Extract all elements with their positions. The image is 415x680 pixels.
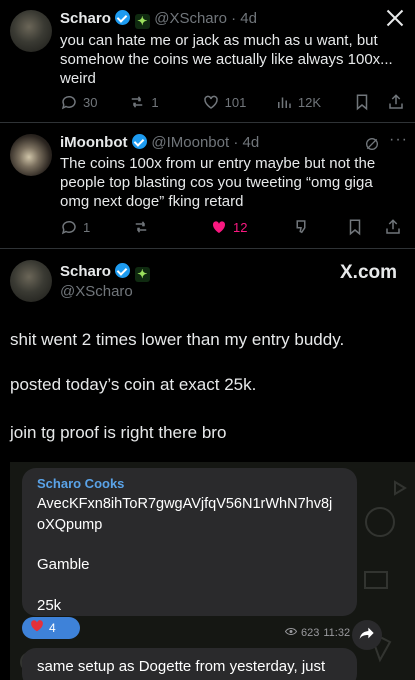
author-name[interactable]: Scharo [60,10,111,27]
share-icon[interactable] [387,93,405,111]
tweet1-text: you can hate me or jack as much as u wan… [60,32,393,87]
eye-icon [284,627,298,639]
share-icon[interactable] [384,218,402,236]
like-button[interactable]: 12 [210,218,292,236]
retweet-count: 1 [151,94,159,110]
next-message-text: same setup as Dogette from yesterday, ju… [37,658,326,675]
verified-icon [115,263,131,278]
author-name[interactable]: iMoonbot [60,134,127,151]
view-count: 623 [301,627,320,639]
author-name[interactable]: Scharo [60,263,111,280]
tweet3-line-1: shit went 2 times lower than my entry bu… [10,330,345,349]
more-options-icon[interactable]: ··· [389,131,408,149]
retweet-button[interactable]: 1 [128,93,201,111]
tweet3-line-2: posted today’s coin at exact 25k. [10,375,257,394]
like-button[interactable]: 101 [202,93,275,111]
view-count: 12K [297,94,321,110]
author-handle[interactable]: @XScharo · 4d [154,10,257,27]
message-bubble[interactable]: Scharo Cooks AvecKFxn8ihToR7gwgAVjfqV56N… [22,468,357,616]
reply-count: 1 [83,219,91,235]
tweet1-header: Scharo ✦ @XScharo · 4d [60,10,257,29]
divider [0,122,415,123]
contract-address-line-1[interactable]: AvecKFxn8ihToR7gwgAVjfqV56N1rWhN7hv8j [37,494,332,514]
frog-badge-icon: ✦ [134,14,150,29]
divider [0,248,415,249]
avatar-imoonbot[interactable] [10,134,52,176]
tweet2-header: iMoonbot @IMoonbot · 4d [60,134,259,152]
reply-button[interactable]: 1 [60,218,132,236]
reply-button[interactable]: 30 [60,93,128,111]
retweet-icon [128,93,146,111]
verified-icon [131,134,147,149]
verified-icon [115,10,131,25]
forward-button[interactable] [352,620,382,650]
reply-count: 30 [83,94,98,110]
message-mcap: 25k [37,597,62,614]
reaction-count: 4 [49,621,56,635]
heart-filled-icon [210,218,228,236]
message-meta: 623 11:32 [284,627,351,639]
like-count: 101 [224,94,247,110]
like-count: 12 [233,219,248,235]
sender-name[interactable]: Scharo Cooks [37,476,124,491]
reply-icon [60,93,78,111]
tweet1-actions: 30 1 101 12K [60,93,405,111]
reply-icon [60,218,78,236]
author-handle[interactable]: @IMoonbot · 4d [151,134,259,151]
frog-badge-icon: ✦ [134,267,150,282]
telegram-screenshot[interactable]: Scharo Cooks AvecKFxn8ihToR7gwgAVjfqV56N… [10,462,415,680]
red-heart-icon [30,619,44,637]
avatar-scharo[interactable] [10,10,52,52]
message-time: 11:32 [323,627,351,639]
reaction-heart-button[interactable]: 4 [22,617,80,639]
avatar-scharo[interactable] [10,260,52,302]
grok-icon[interactable] [364,136,380,152]
message-word: Gamble [37,556,90,573]
source-label: X.com [340,262,398,283]
bookmark-icon[interactable] [346,218,364,236]
tweet2-text: The coins 100x from ur entry maybe but n… [60,155,376,210]
author-handle[interactable]: @XScharo [60,283,133,300]
retweet-icon [132,218,150,236]
next-message-bubble[interactable]: same setup as Dogette from yesterday, ju… [22,648,357,680]
x-logo-icon[interactable] [385,8,405,28]
tweet3-header: Scharo ✦ [60,263,150,282]
tweet3-line-3: join tg proof is right there bro [10,423,227,442]
heart-icon [202,93,220,111]
bookmark-icon[interactable] [353,93,371,111]
forward-arrow-icon [359,626,375,645]
tweet2-actions: 1 12 [60,218,405,236]
views-chart-icon [275,93,293,111]
downvote-icon[interactable] [292,218,310,236]
retweet-button[interactable] [132,218,210,236]
views-button[interactable]: 12K [275,93,353,111]
contract-address-line-2[interactable]: oXQpump [37,515,102,535]
